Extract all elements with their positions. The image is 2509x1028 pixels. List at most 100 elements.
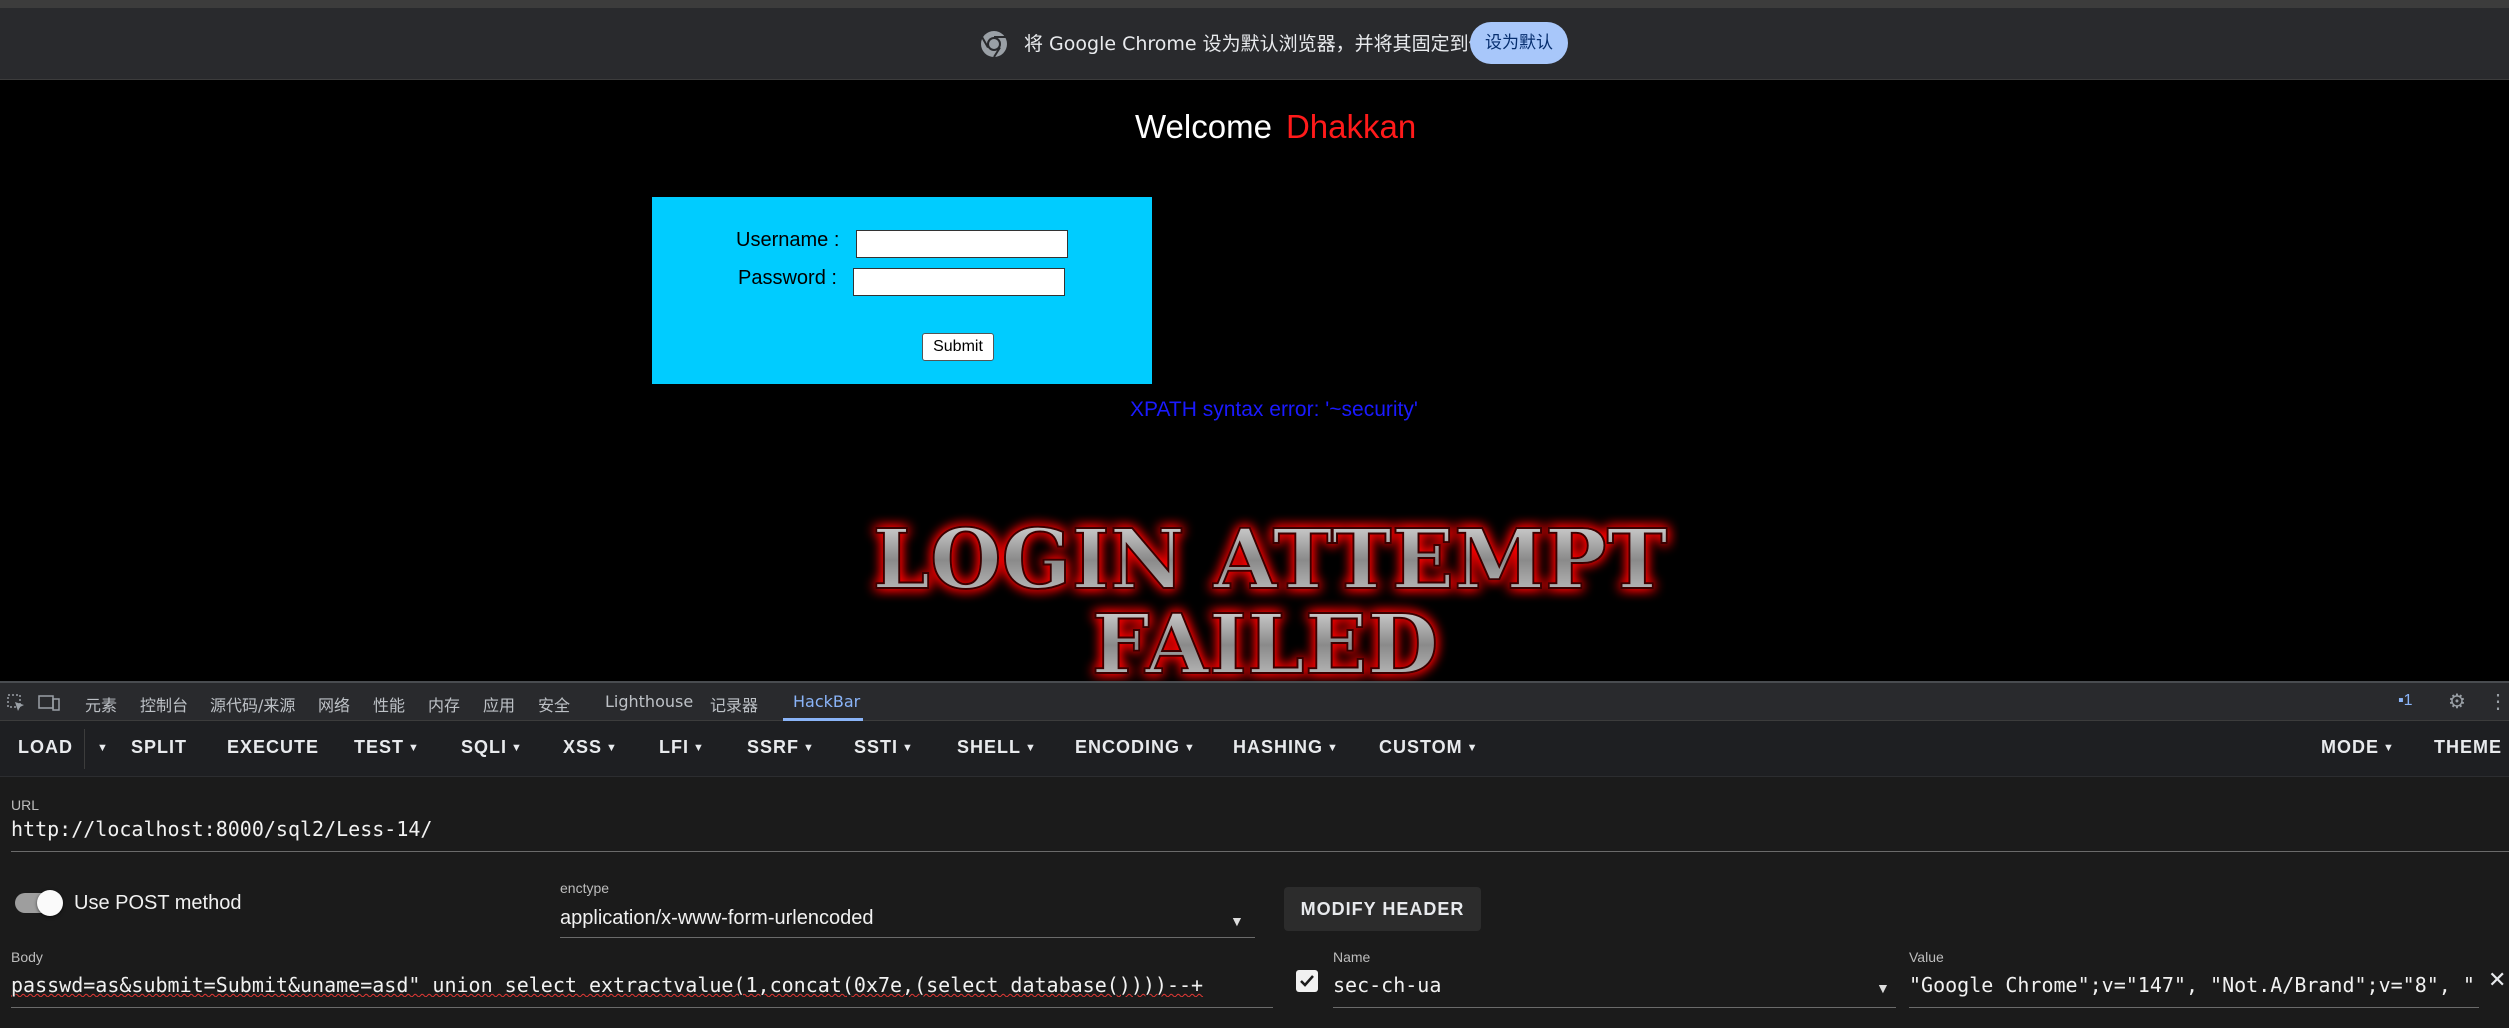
test-label: TEST: [354, 737, 405, 757]
load-button[interactable]: LOAD: [18, 737, 73, 758]
infobar-message: 将 Google Chrome 设为默认浏览器，并将其固定到任务栏: [1024, 33, 1526, 55]
fail-text-line2: FAILED: [1092, 597, 1439, 693]
password-input[interactable]: [853, 268, 1065, 296]
modify-header-button[interactable]: MODIFY HEADER: [1284, 887, 1481, 931]
chrome-logo-icon: [981, 31, 1007, 58]
custom-menu[interactable]: CUSTOM ▼: [1379, 737, 1479, 758]
username-label: Username :: [736, 229, 840, 251]
issues-indicator[interactable]: ▪1: [2398, 692, 2413, 710]
more-options-icon[interactable]: ⋮: [2488, 689, 2508, 714]
ssrf-menu[interactable]: SSRF ▼: [747, 737, 815, 758]
caret-down-icon: ▼: [1025, 742, 1037, 755]
enctype-value: application/x-www-form-urlencoded: [560, 907, 874, 929]
mode-label: MODE: [2321, 737, 2379, 757]
caret-down-icon: ▼: [1184, 742, 1196, 755]
ssti-label: SSTI: [854, 737, 899, 757]
tab-network[interactable]: 网络: [318, 692, 350, 716]
shell-label: SHELL: [957, 737, 1022, 757]
load-divider: [84, 729, 85, 769]
header-value-underline: [1909, 1007, 2479, 1008]
remove-header-close-icon[interactable]: ✕: [2488, 967, 2506, 993]
sqli-label: SQLI: [461, 737, 508, 757]
password-label: Password :: [738, 267, 837, 289]
url-input[interactable]: http://localhost:8000/sql2/Less-14/: [11, 817, 432, 841]
header-value-label: Value: [1909, 949, 1944, 965]
header-name-label: Name: [1333, 949, 1371, 965]
header-name-input[interactable]: sec-ch-ua: [1333, 973, 1441, 997]
caret-down-icon: ▼: [902, 742, 914, 755]
split-button[interactable]: SPLIT: [131, 737, 187, 758]
welcome-user-name: Dhakkan: [1285, 108, 1417, 145]
header-name-underline: [1333, 1007, 1896, 1008]
shell-menu[interactable]: SHELL ▼: [957, 737, 1037, 758]
enctype-select[interactable]: application/x-www-form-urlencoded ▼: [560, 905, 1255, 939]
hashing-label: HASHING: [1233, 737, 1324, 757]
xss-label: XSS: [563, 737, 603, 757]
tab-elements[interactable]: 元素: [85, 692, 117, 716]
welcome-heading: Welcome Dhakkan: [1135, 108, 1416, 146]
header-name-dropdown-icon[interactable]: ▼: [1876, 980, 1890, 996]
welcome-text: Welcome: [1135, 108, 1272, 145]
caret-down-icon: ▼: [1230, 913, 1244, 929]
tab-application[interactable]: 应用: [483, 692, 515, 716]
header-enabled-checkbox[interactable]: [1296, 970, 1318, 992]
hackbar-main: URL http://localhost:8000/sql2/Less-14/ …: [0, 777, 2509, 1028]
submit-button[interactable]: Submit: [922, 333, 994, 361]
hackbar-toolbar: LOAD ▼ SPLIT EXECUTE TEST ▼ SQLI ▼ XSS ▼ LF…: [0, 721, 2509, 777]
tab-hackbar[interactable]: HackBar: [793, 692, 860, 711]
tab-console[interactable]: 控制台: [140, 692, 188, 716]
hashing-menu[interactable]: HASHING ▼: [1233, 737, 1339, 758]
header-value-input[interactable]: "Google Chrome";v="147", "Not.A/Brand";v…: [1909, 973, 2479, 997]
tab-sources[interactable]: 源代码/来源: [210, 692, 295, 716]
body-label: Body: [11, 949, 43, 965]
tab-memory[interactable]: 内存: [428, 692, 460, 716]
post-method-label: Use POST method: [74, 892, 242, 914]
post-method-toggle[interactable]: [15, 890, 63, 916]
lfi-label: LFI: [659, 737, 689, 757]
device-toolbar-icon[interactable]: [38, 693, 60, 713]
web-page: Welcome Dhakkan Username : Password : Sub…: [0, 80, 2509, 694]
devtools-tab-bar: 元素 控制台 源代码/来源 网络 性能 内存 应用 安全 Lighthouse …: [0, 681, 2509, 721]
post-method-toggle-knob: [37, 890, 63, 916]
caret-down-icon: ▼: [1466, 742, 1479, 755]
fail-text-line1: LOGIN ATTEMPT: [872, 512, 1667, 608]
window-top-strip: [0, 0, 2509, 8]
xpath-error-message: XPATH syntax error: '~security': [1130, 398, 1418, 421]
login-form: Username : Password : Submit: [652, 197, 1152, 384]
enctype-underline: [560, 937, 1255, 938]
enctype-label: enctype: [560, 880, 610, 896]
tab-recorder[interactable]: 记录器: [710, 692, 758, 716]
caret-down-icon: ▼: [693, 742, 705, 755]
encoding-label: ENCODING: [1075, 737, 1181, 757]
sqli-menu[interactable]: SQLI ▼: [461, 737, 523, 758]
set-default-button[interactable]: 设为默认: [1470, 22, 1568, 64]
caret-down-icon: ▼: [511, 742, 523, 755]
tab-performance[interactable]: 性能: [373, 692, 405, 716]
xss-menu[interactable]: XSS ▼: [563, 737, 618, 758]
username-input[interactable]: [856, 230, 1068, 258]
caret-down-icon: ▼: [803, 742, 815, 755]
load-menu-caret-icon[interactable]: ▼: [93, 737, 109, 758]
execute-button[interactable]: EXECUTE: [227, 737, 319, 758]
inspect-element-icon[interactable]: [6, 693, 26, 713]
theme-menu[interactable]: THEME: [2434, 737, 2502, 758]
caret-down-icon: ▼: [606, 742, 618, 755]
issues-count: 1: [2403, 692, 2413, 709]
caret-down-icon: ▼: [408, 742, 420, 755]
url-label: URL: [11, 797, 40, 813]
lfi-menu[interactable]: LFI ▼: [659, 737, 705, 758]
tab-security[interactable]: 安全: [538, 692, 570, 716]
body-underline: [11, 1007, 1273, 1008]
default-browser-infobar: 将 Google Chrome 设为默认浏览器，并将其固定到任务栏 设为默认: [0, 8, 2509, 80]
tab-lighthouse[interactable]: Lighthouse: [605, 692, 693, 711]
caret-down-icon: ▼: [2383, 742, 2395, 755]
ssrf-label: SSRF: [747, 737, 800, 757]
url-underline: [11, 851, 2509, 852]
mode-menu[interactable]: MODE ▼: [2321, 737, 2395, 758]
test-menu[interactable]: TEST ▼: [354, 737, 420, 758]
caret-down-icon: ▼: [1327, 742, 1339, 755]
ssti-menu[interactable]: SSTI ▼: [854, 737, 914, 758]
body-input[interactable]: passwd=as&submit=Submit&uname=asd" union…: [11, 973, 1271, 997]
settings-gear-icon[interactable]: ⚙: [2448, 689, 2466, 714]
encoding-menu[interactable]: ENCODING ▼: [1075, 737, 1196, 758]
